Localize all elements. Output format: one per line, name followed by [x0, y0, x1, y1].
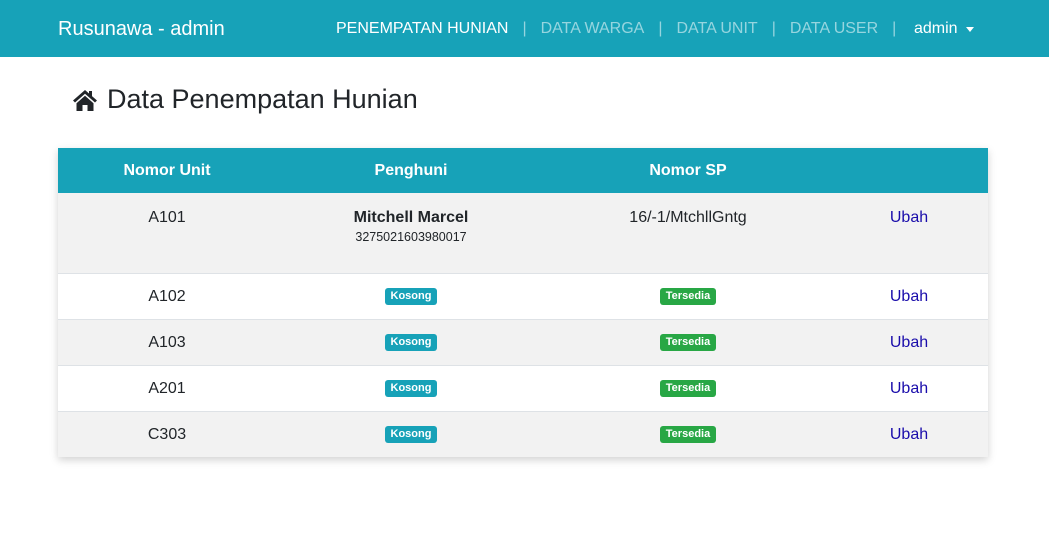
page-heading: Data Penempatan Hunian: [72, 84, 418, 115]
user-dropdown[interactable]: admin: [914, 0, 974, 57]
edit-link[interactable]: Ubah: [890, 334, 928, 352]
user-name: admin: [914, 19, 958, 37]
edit-cell: Ubah: [830, 193, 988, 273]
occupant-nik: 3275021603980017: [355, 230, 467, 244]
nav-data-user[interactable]: DATA USER: [790, 20, 878, 38]
empty-badge: Kosong: [384, 380, 438, 397]
sp-cell: Tersedia: [546, 320, 830, 365]
placement-table: Nomor Unit Penghuni Nomor SP A101 Mitche…: [58, 148, 988, 457]
unit-number: A102: [148, 288, 186, 305]
brand-title[interactable]: Rusunawa - admin: [58, 18, 225, 41]
table-row: A101 Mitchell Marcel 3275021603980017 16…: [58, 193, 988, 273]
nav-separator: |: [771, 19, 776, 37]
occupant-cell: Kosong: [276, 366, 546, 411]
table-row: A201 Kosong Tersedia Ubah: [58, 365, 988, 411]
nav-data-unit[interactable]: DATA UNIT: [677, 20, 758, 38]
occupant-cell: Kosong: [276, 274, 546, 319]
header-nomor-unit: Nomor Unit: [123, 161, 211, 179]
nav-penempatan-hunian[interactable]: PENEMPATAN HUNIAN: [336, 20, 508, 38]
table-row: A102 Kosong Tersedia Ubah: [58, 273, 988, 319]
header-nomor-sp: Nomor SP: [649, 161, 727, 179]
unit-number: A201: [148, 380, 186, 397]
table-row: A103 Kosong Tersedia Ubah: [58, 319, 988, 365]
nav-separator: |: [658, 19, 663, 37]
edit-link[interactable]: Ubah: [890, 426, 928, 444]
sp-number: 16/-1/MtchllGntg: [629, 209, 747, 226]
nav-data-warga[interactable]: DATA WARGA: [541, 20, 645, 38]
occupant-cell: Kosong: [276, 412, 546, 457]
top-navbar: Rusunawa - admin PENEMPATAN HUNIAN | DAT…: [0, 0, 1049, 57]
occupant-cell: Mitchell Marcel 3275021603980017: [276, 193, 546, 273]
header-action: [830, 148, 988, 193]
edit-cell: Ubah: [830, 320, 988, 365]
empty-badge: Kosong: [384, 334, 438, 351]
nav-separator: |: [522, 19, 527, 37]
main-nav: PENEMPATAN HUNIAN | DATA WARGA | DATA UN…: [336, 0, 910, 57]
edit-cell: Ubah: [830, 274, 988, 319]
available-badge: Tersedia: [659, 288, 717, 305]
table-row: C303 Kosong Tersedia Ubah: [58, 411, 988, 457]
empty-badge: Kosong: [384, 288, 438, 305]
header-penghuni: Penghuni: [374, 161, 448, 179]
edit-link[interactable]: Ubah: [890, 380, 928, 398]
edit-link[interactable]: Ubah: [890, 209, 928, 227]
page-title: Data Penempatan Hunian: [107, 84, 418, 114]
sp-cell: Tersedia: [546, 412, 830, 457]
unit-number: A103: [148, 334, 186, 351]
sp-cell: Tersedia: [546, 366, 830, 411]
sp-cell: Tersedia: [546, 274, 830, 319]
nav-separator: |: [892, 19, 897, 37]
available-badge: Tersedia: [659, 426, 717, 443]
available-badge: Tersedia: [659, 334, 717, 351]
edit-cell: Ubah: [830, 412, 988, 457]
empty-badge: Kosong: [384, 426, 438, 443]
caret-down-icon: [965, 27, 974, 32]
home-icon: [73, 89, 97, 111]
occupant-cell: Kosong: [276, 320, 546, 365]
edit-cell: Ubah: [830, 366, 988, 411]
unit-number: A101: [148, 209, 186, 226]
table-header: Nomor Unit Penghuni Nomor SP: [58, 148, 988, 193]
edit-link[interactable]: Ubah: [890, 288, 928, 306]
occupant-name: Mitchell Marcel: [353, 209, 469, 226]
unit-number: C303: [147, 426, 187, 443]
available-badge: Tersedia: [659, 380, 717, 397]
